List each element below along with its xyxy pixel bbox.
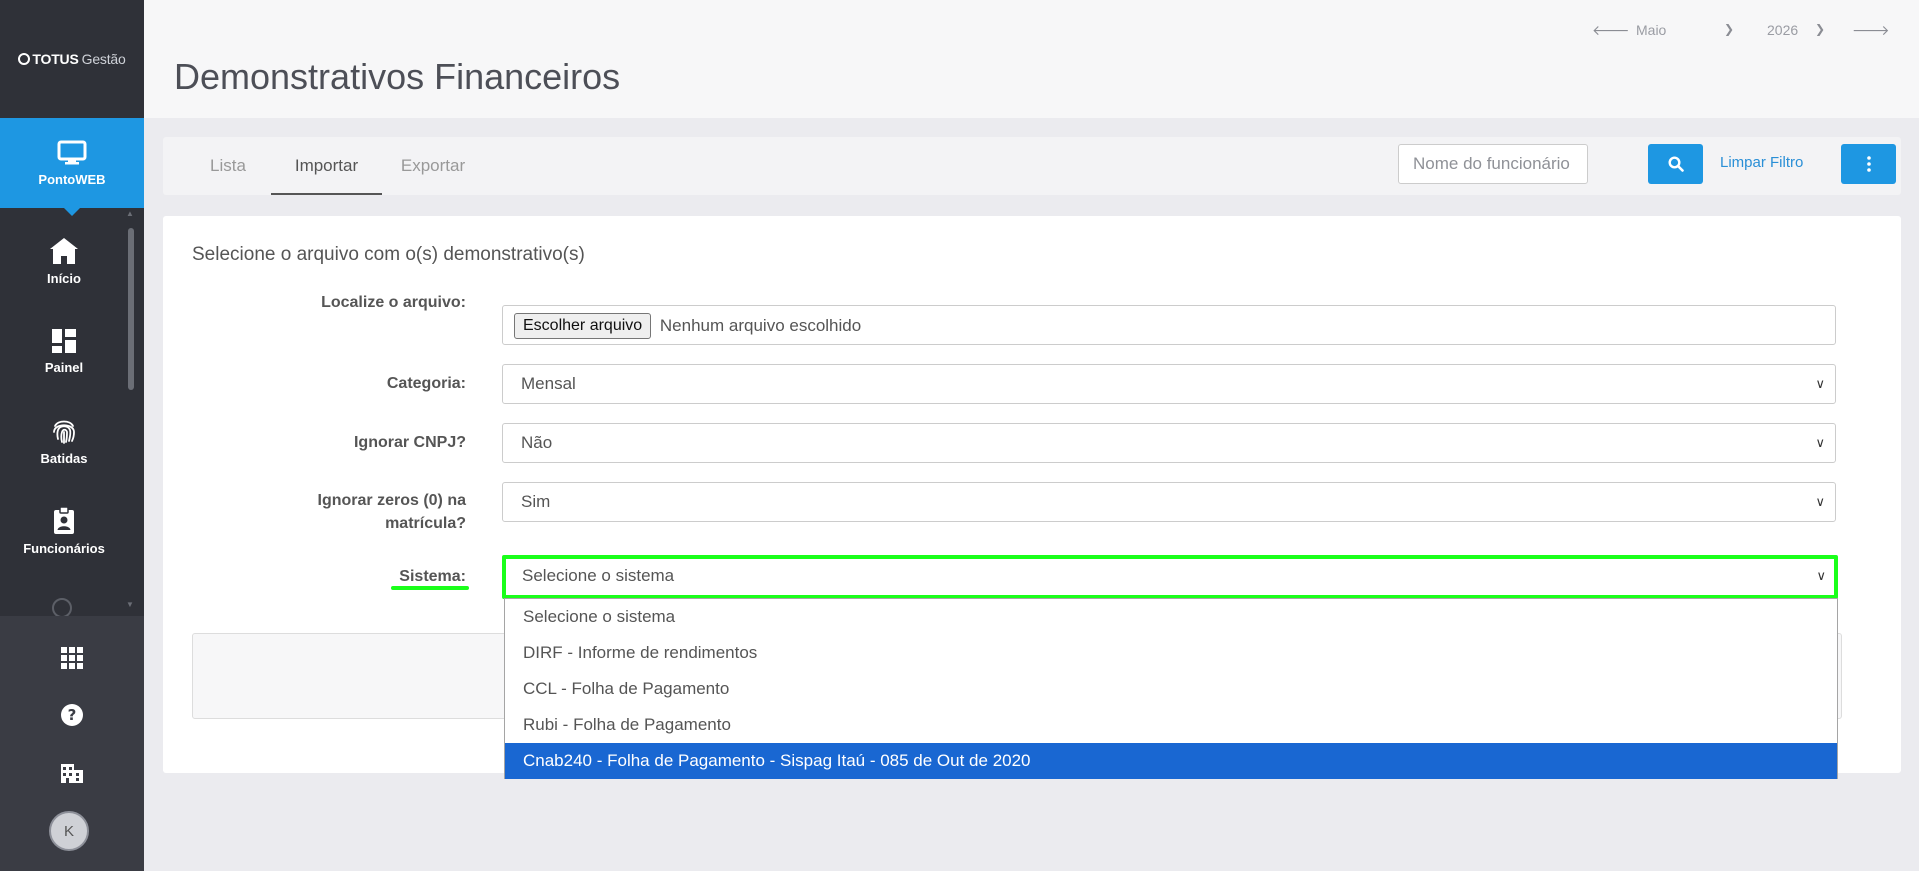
chevron-down-icon: ∨ xyxy=(1816,568,1826,583)
year-select[interactable]: 2026 xyxy=(1767,22,1798,38)
sidebar-item-label: Batidas xyxy=(40,450,88,466)
scroll-down-icon[interactable]: ▼ xyxy=(126,600,134,609)
categoria-value: Mensal xyxy=(521,374,576,393)
prev-period-icon[interactable]: 🡐 xyxy=(1592,22,1630,39)
sistema-option[interactable]: Rubi - Folha de Pagamento xyxy=(505,707,1837,743)
app-logo[interactable]: TOTUS Gestão xyxy=(0,0,144,118)
home-icon xyxy=(50,237,78,264)
chevron-down-icon: ∨ xyxy=(1815,376,1825,391)
help-icon[interactable]: ? xyxy=(52,695,92,735)
sidebar-item-label: Início xyxy=(47,270,81,286)
year-chevron-down-icon[interactable]: ❯ xyxy=(1815,22,1825,36)
kebab-menu-icon xyxy=(1866,156,1871,172)
tab-exportar[interactable]: Exportar xyxy=(393,137,473,195)
employee-name-input[interactable]: Nome do funcionário xyxy=(1398,144,1588,184)
file-status: Nenhum arquivo escolhido xyxy=(659,315,862,335)
cnpj-label: Ignorar CNPJ? xyxy=(353,434,466,451)
sistema-label-highlight xyxy=(391,586,469,590)
page-header: Demonstrativos Financeiros xyxy=(144,0,1919,118)
sidebar-item-inicio[interactable]: Início xyxy=(0,216,128,306)
chevron-down-icon: ∨ xyxy=(1815,494,1825,509)
zeros-label: Ignorar zeros (0) na matrícula? xyxy=(317,492,466,532)
sidebar-more-icon xyxy=(52,598,76,616)
clear-filter-link[interactable]: Limpar Filtro xyxy=(1720,154,1803,171)
svg-text:?: ? xyxy=(68,706,77,724)
sistema-option[interactable]: CCL - Folha de Pagamento xyxy=(505,671,1837,707)
sistema-select[interactable]: Selecione o sistema ∨ xyxy=(502,555,1838,599)
next-period-icon[interactable]: 🡒 xyxy=(1852,22,1890,39)
sidebar-item-label: Painel xyxy=(44,359,84,375)
dashboard-icon xyxy=(52,328,76,353)
page-title: Demonstrativos Financeiros xyxy=(174,56,621,97)
file-input[interactable]: Escolher arquivo Nenhum arquivo escolhid… xyxy=(502,305,1836,345)
badge-icon xyxy=(54,506,74,534)
sidebar-scrollbar[interactable] xyxy=(128,228,134,390)
sidebar-item-batidas[interactable]: Batidas xyxy=(0,396,128,486)
choose-file-button[interactable]: Escolher arquivo xyxy=(514,312,652,339)
tab-lista[interactable]: Lista xyxy=(193,137,263,195)
sidebar: TOTUS Gestão PontoWEB Início Painel Bati… xyxy=(0,0,144,871)
avatar[interactable]: K xyxy=(49,811,89,851)
card-title: Selecione o arquivo com o(s) demonstrati… xyxy=(192,244,585,265)
sistema-dropdown-list: Selecione o sistema DIRF - Informe de re… xyxy=(504,598,1838,779)
cnpj-value: Não xyxy=(521,433,553,452)
cnpj-select[interactable]: Não ∨ xyxy=(502,423,1836,463)
logo-ring-icon xyxy=(18,53,31,65)
file-label: Localize o arquivo: xyxy=(321,294,466,311)
month-select[interactable]: Maio xyxy=(1636,22,1666,38)
sidebar-item-painel[interactable]: Painel xyxy=(0,306,128,396)
monitor-icon xyxy=(57,140,87,164)
sistema-option-selected[interactable]: Cnab240 - Folha de Pagamento - Sispag It… xyxy=(505,743,1837,779)
building-icon[interactable] xyxy=(52,753,92,793)
search-button[interactable] xyxy=(1648,144,1703,184)
tab-importar[interactable]: Importar xyxy=(271,137,382,195)
more-options-button[interactable] xyxy=(1841,144,1896,184)
month-chevron-down-icon[interactable]: ❯ xyxy=(1724,22,1734,36)
chevron-down-icon: ∨ xyxy=(1815,435,1825,450)
sidebar-item-label: PontoWEB xyxy=(38,171,106,187)
fingerprint-icon xyxy=(53,420,75,444)
sistema-option[interactable]: Selecione o sistema xyxy=(505,599,1837,635)
sistema-value: Selecione o sistema xyxy=(522,566,675,585)
apps-grid-icon[interactable] xyxy=(52,638,92,678)
sistema-label: Sistema: xyxy=(399,568,466,585)
zeros-value: Sim xyxy=(521,492,551,511)
sidebar-item-label: Funcionários xyxy=(23,540,105,556)
sistema-option[interactable]: DIRF - Informe de rendimentos xyxy=(505,635,1837,671)
categoria-select[interactable]: Mensal ∨ xyxy=(502,364,1836,404)
scroll-up-icon[interactable]: ▲ xyxy=(126,209,134,218)
categoria-label: Categoria: xyxy=(386,375,466,392)
tabs-bar: Lista Importar Exportar xyxy=(163,137,1901,195)
sidebar-item-pontoweb[interactable]: PontoWEB xyxy=(0,118,144,216)
zeros-select[interactable]: Sim ∨ xyxy=(502,482,1836,522)
search-icon xyxy=(1667,156,1684,172)
sidebar-item-funcionarios[interactable]: Funcionários xyxy=(0,486,128,576)
